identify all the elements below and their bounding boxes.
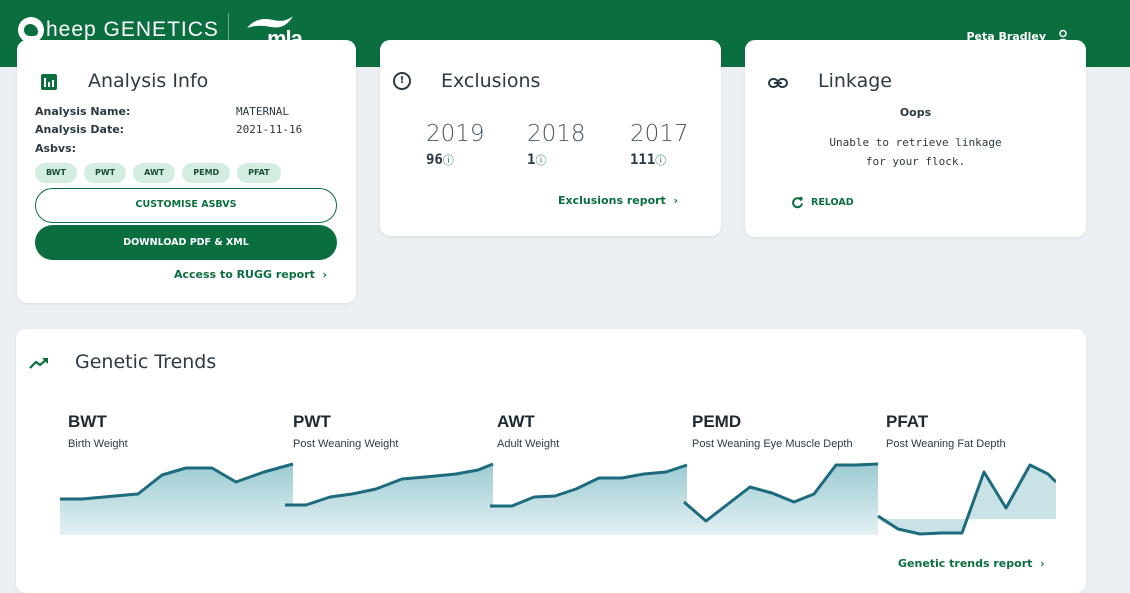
trend-name-pemd: Post Weaning Eye Muscle Depth	[692, 438, 853, 450]
trend-name-bwt: Birth Weight	[68, 438, 128, 450]
rugg-report-link-label: Access to RUGG report	[174, 268, 315, 281]
trending-up-icon	[29, 358, 48, 369]
chip-pemd: PEMD	[182, 163, 231, 183]
exclusions-report-link[interactable]: Exclusions report ›	[558, 194, 678, 207]
chip-pwt: PWT	[83, 163, 127, 183]
rugg-report-link[interactable]: Access to RUGG report ›	[174, 268, 327, 281]
info-icon: ⓘ	[535, 154, 547, 167]
exclusion-year: 2018	[527, 121, 586, 147]
sparkline-awt[interactable]	[490, 463, 688, 535]
analysis-date-label: Analysis Date:	[35, 123, 125, 136]
exclusion-count[interactable]: 111ⓘ	[630, 152, 666, 168]
trend-code-awt: AWT	[497, 412, 535, 431]
linkage-error-line2: for your flock.	[865, 155, 966, 168]
chevron-right-icon: ›	[1036, 557, 1045, 570]
exclusions-title: Exclusions	[441, 70, 541, 92]
genetic-trends-sparklines	[60, 462, 1056, 536]
asbv-chips: BWT PWT AWT PEMD PFAT	[35, 163, 288, 183]
trend-name-pfat: Post Weaning Fat Depth	[886, 438, 1006, 450]
exclusion-count[interactable]: 96ⓘ	[426, 152, 454, 168]
brand-text: heep GENETICS	[46, 18, 219, 41]
trend-code-pemd: PEMD	[692, 412, 742, 431]
exclusions-report-link-label: Exclusions report	[558, 194, 666, 207]
download-pdf-xml-button[interactable]: DOWNLOAD PDF & XML	[35, 225, 337, 260]
sparkline-pemd[interactable]	[683, 462, 879, 535]
trend-code-pwt: PWT	[293, 412, 331, 431]
linkage-error-heading: Oops	[899, 106, 932, 119]
exclusion-count-value: 111	[630, 152, 656, 168]
sparkline-pwt[interactable]	[285, 462, 494, 535]
genetic-trends-title: Genetic Trends	[75, 351, 217, 373]
link-icon	[768, 78, 788, 88]
asbvs-label: Asbvs:	[35, 142, 77, 155]
alert-circle-icon: !	[393, 72, 411, 90]
chip-bwt: BWT	[35, 163, 77, 183]
analysis-info-title: Analysis Info	[88, 70, 209, 92]
reload-button[interactable]: RELOAD	[791, 196, 854, 209]
info-icon: ⓘ	[655, 154, 667, 167]
trend-code-bwt: BWT	[68, 412, 107, 431]
analysis-name-value: MATERNAL	[236, 105, 289, 118]
sparkline-pfat[interactable]	[877, 463, 1056, 536]
chevron-right-icon: ›	[669, 194, 679, 207]
chip-pfat: PFAT	[237, 163, 281, 183]
info-icon: ⓘ	[442, 154, 454, 167]
exclusion-year: 2017	[630, 121, 689, 147]
chip-awt: AWT	[133, 163, 176, 183]
linkage-error-line1: Unable to retrieve linkage	[829, 136, 1002, 149]
genetic-trends-card: Genetic Trends BWT Birth Weight PWT Post…	[16, 329, 1086, 593]
trend-name-pwt: Post Weaning Weight	[293, 438, 399, 450]
genetic-trends-report-link-label: Genetic trends report	[898, 557, 1033, 570]
customise-asbvs-button[interactable]: CUSTOMISE ASBVS	[35, 188, 337, 223]
analysis-name-label: Analysis Name:	[35, 105, 131, 118]
exclusions-card: ! Exclusions 2019 96ⓘ 2018 1ⓘ 2017 111ⓘ …	[380, 40, 721, 236]
genetic-trends-report-link[interactable]: Genetic trends report ›	[898, 557, 1045, 570]
bar-chart-icon	[41, 74, 57, 90]
reload-icon	[792, 197, 803, 209]
exclusion-year: 2019	[426, 121, 485, 147]
linkage-card: Linkage Oops Unable to retrieve linkage …	[745, 40, 1086, 237]
trend-code-pfat: PFAT	[886, 412, 929, 431]
reload-label: RELOAD	[811, 197, 854, 208]
chevron-right-icon: ›	[318, 268, 328, 281]
linkage-title: Linkage	[818, 70, 892, 92]
analysis-date-value: 2021-11-16	[236, 123, 303, 136]
analysis-info-card: Analysis Info Analysis Name: MATERNAL An…	[17, 40, 356, 303]
trend-name-awt: Adult Weight	[497, 438, 560, 450]
sparkline-bwt[interactable]	[60, 462, 294, 535]
exclusion-count[interactable]: 1ⓘ	[527, 152, 546, 168]
exclusion-count-value: 96	[426, 152, 443, 168]
